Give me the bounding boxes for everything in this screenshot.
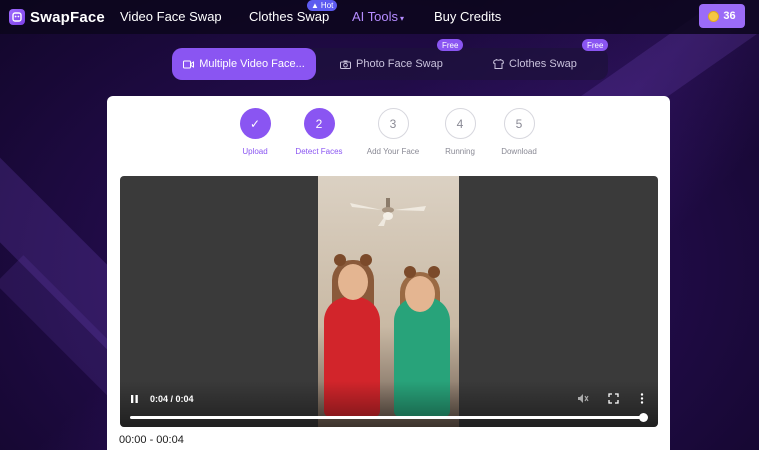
bear-ear xyxy=(334,254,346,266)
tab-photo-face-swap[interactable]: Photo Face Swap xyxy=(340,48,443,80)
tab-multiple-video-face[interactable]: Multiple Video Face... xyxy=(172,48,316,80)
step-number: 2 xyxy=(303,108,335,139)
step-label: Detect Faces xyxy=(295,147,343,156)
step-indicator: ✓ Upload 2 Detect Faces 3 Add Your Face … xyxy=(107,96,670,166)
hot-badge-label: Hot xyxy=(320,1,334,10)
fire-icon: ▲ xyxy=(311,1,319,10)
video-player[interactable]: 0:04 / 0:04 xyxy=(120,176,658,427)
nav-buy-credits[interactable]: Buy Credits xyxy=(434,9,501,24)
step-download: 5 Download xyxy=(479,108,559,156)
step-label: Download xyxy=(501,147,537,156)
logo-icon xyxy=(9,9,25,25)
step-detect-faces: 2 Detect Faces xyxy=(279,108,359,156)
person-face xyxy=(405,276,435,312)
mode-tabs: Multiple Video Face... Photo Face Swap F… xyxy=(172,39,609,80)
nav-ai-tools[interactable]: AI Tools ▾ xyxy=(352,9,404,24)
chevron-down-icon: ▾ xyxy=(400,14,405,23)
camera-icon xyxy=(340,60,351,69)
nav-ai-tools-label: AI Tools xyxy=(352,9,399,24)
main-card: ✓ Upload 2 Detect Faces 3 Add Your Face … xyxy=(107,96,670,450)
nav-video-face-swap[interactable]: Video Face Swap xyxy=(120,9,222,24)
step-label: Upload xyxy=(242,147,268,156)
tab-clothes-swap-label: Clothes Swap xyxy=(509,58,577,70)
hot-badge: ▲ Hot xyxy=(307,0,338,11)
credits-count: 36 xyxy=(723,10,736,22)
video-time-range: 00:00 - 00:04 xyxy=(119,434,184,446)
free-badge: Free xyxy=(437,39,464,51)
video-time: 0:04 / 0:04 xyxy=(150,394,194,404)
video-controls: 0:04 / 0:04 xyxy=(120,381,658,427)
shirt-icon xyxy=(493,59,504,69)
video-progress-bar[interactable] xyxy=(130,413,648,422)
credits-button[interactable]: 36 xyxy=(699,4,745,28)
person-face xyxy=(338,264,368,300)
more-icon[interactable] xyxy=(640,393,644,407)
free-badge: Free xyxy=(582,39,609,51)
bear-ear xyxy=(360,254,372,266)
bear-ear xyxy=(428,266,440,278)
fullscreen-icon[interactable] xyxy=(608,393,619,407)
step-number: 4 xyxy=(444,108,476,139)
tab-multiple-video-face-label: Multiple Video Face... xyxy=(199,58,305,70)
progress-handle[interactable] xyxy=(639,413,648,422)
tab-clothes-swap[interactable]: Clothes Swap xyxy=(493,48,577,80)
brand-logo[interactable]: SwapFace xyxy=(9,9,105,26)
ceiling-fan xyxy=(350,198,426,226)
step-label: Running xyxy=(445,147,475,156)
step-number: 5 xyxy=(503,108,535,139)
step-label: Add Your Face xyxy=(366,147,420,156)
check-icon: ✓ xyxy=(239,108,271,139)
mute-icon[interactable] xyxy=(577,393,589,407)
top-nav: SwapFace Video Face Swap Clothes Swap ▲ … xyxy=(0,0,759,34)
step-number: 3 xyxy=(377,108,409,139)
coin-icon xyxy=(708,10,720,22)
tab-photo-face-swap-label: Photo Face Swap xyxy=(356,58,443,70)
nav-clothes-swap[interactable]: Clothes Swap xyxy=(249,9,329,24)
brand-name: SwapFace xyxy=(30,8,105,26)
video-icon xyxy=(183,60,195,68)
pause-icon[interactable] xyxy=(130,394,139,407)
